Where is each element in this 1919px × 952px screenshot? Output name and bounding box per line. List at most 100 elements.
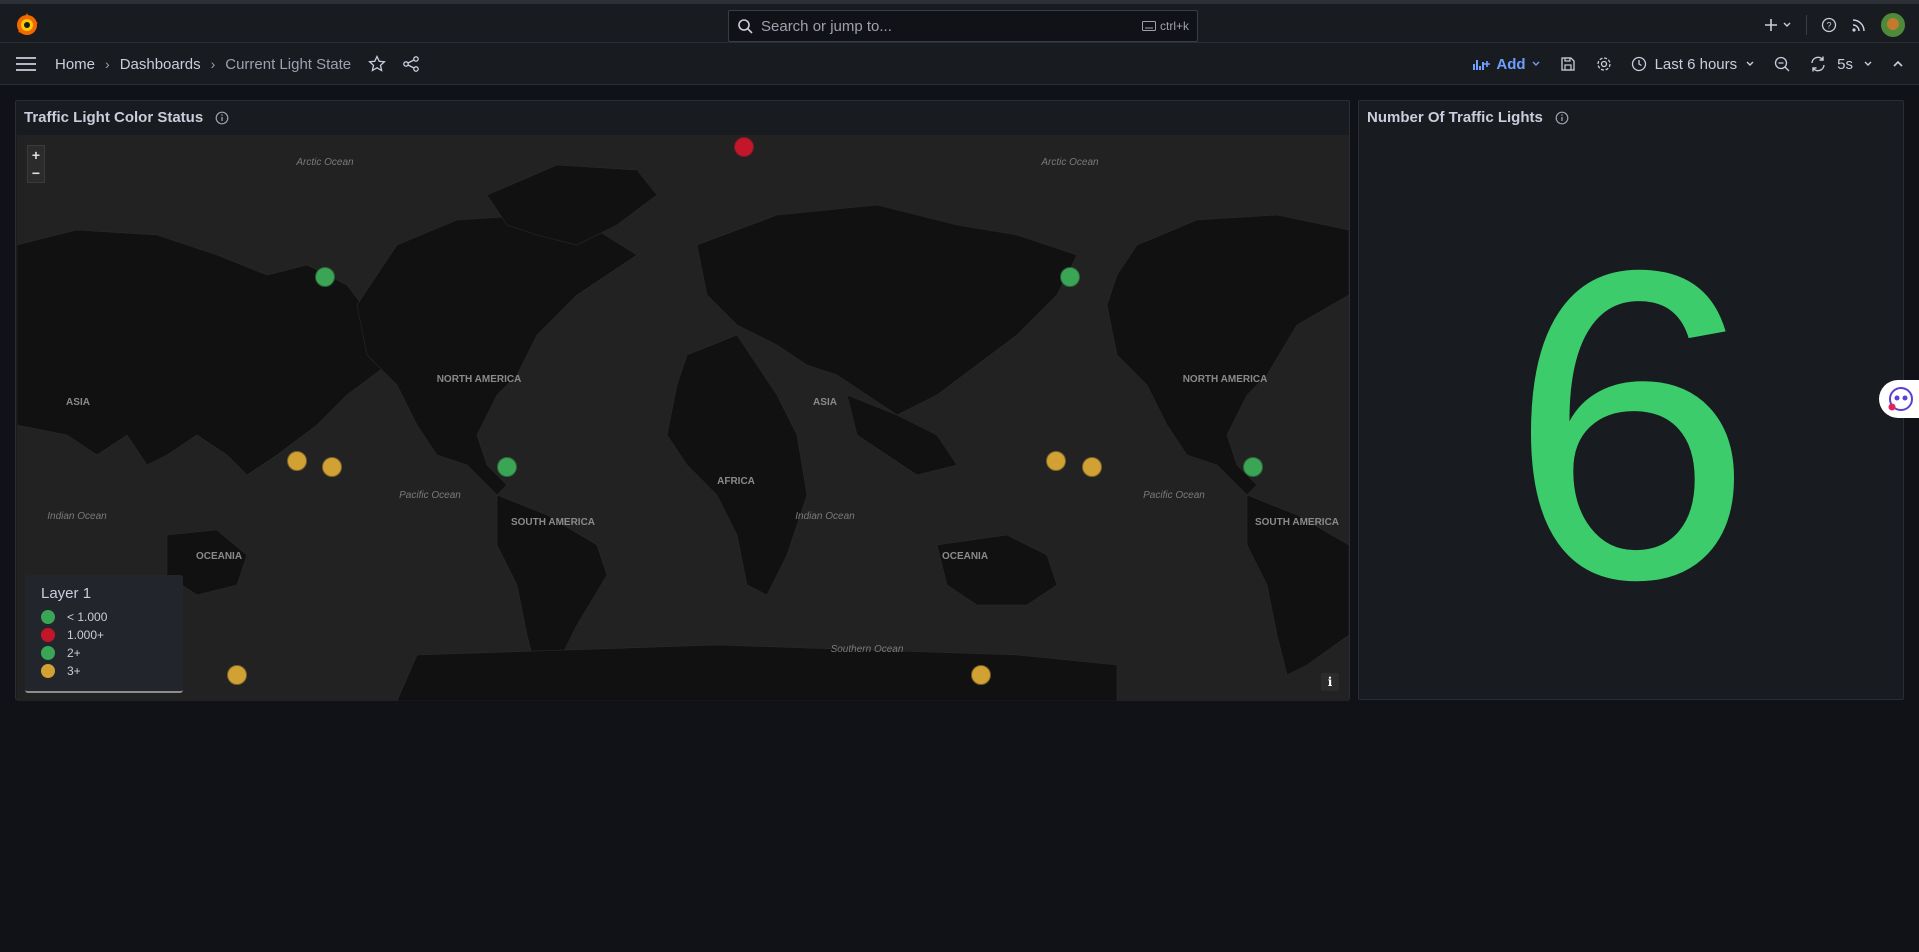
legend-label: 2+ [67, 646, 81, 660]
traffic-light-marker[interactable] [315, 267, 335, 287]
plus-icon [1765, 19, 1777, 31]
top-right-actions: ? [1764, 12, 1905, 38]
search-input[interactable]: Search or jump to... ctrl+k [728, 10, 1198, 42]
search-shortcut: ctrl+k [1141, 19, 1189, 33]
map-label-pacific-ocean: Pacific Ocean [399, 490, 461, 501]
map-label-asia-2: ASIA [813, 397, 837, 408]
traffic-light-marker[interactable] [1060, 267, 1080, 287]
map-legend: Layer 1 < 1.000 1.000+ 2+ 3+ [25, 575, 183, 693]
traffic-light-marker[interactable] [1046, 451, 1066, 471]
search-placeholder: Search or jump to... [761, 17, 892, 35]
help-icon[interactable]: ? [1821, 17, 1837, 33]
keyboard-icon [1141, 21, 1156, 31]
menu-icon[interactable] [16, 56, 36, 72]
map-panel: Traffic Light Color Status Arctic Ocean … [15, 100, 1350, 701]
legend-item: < 1.000 [41, 608, 167, 626]
refresh-picker[interactable]: 5s [1809, 55, 1873, 73]
traffic-light-marker[interactable] [287, 451, 307, 471]
map-label-north-america-2: NORTH AMERICA [1183, 374, 1268, 385]
map-label-south-america-2: SOUTH AMERICA [1255, 517, 1339, 528]
clock-icon [1631, 56, 1646, 72]
breadcrumb-current: Current Light State [225, 55, 352, 73]
world-map-canvas: Arctic Ocean Arctic Ocean Pacific Ocean … [17, 135, 1349, 701]
panel-header: Traffic Light Color Status [24, 109, 229, 126]
legend-item: 3+ [41, 662, 167, 680]
user-avatar[interactable] [1881, 13, 1905, 37]
zoom-out-icon[interactable] [1773, 55, 1791, 73]
svg-text:?: ? [1826, 21, 1831, 31]
stat-panel: Number Of Traffic Lights 6 [1358, 100, 1904, 700]
world-map[interactable]: Arctic Ocean Arctic Ocean Pacific Ocean … [17, 135, 1349, 701]
legend-swatch [41, 628, 55, 642]
chevron-down-icon [1746, 61, 1754, 66]
add-button-label: Add [1496, 55, 1526, 73]
refresh-icon [1811, 56, 1825, 72]
time-range-label: Last 6 hours [1654, 55, 1738, 73]
legend-label: 1.000+ [67, 628, 105, 642]
refresh-interval-label: 5s [1837, 55, 1853, 73]
traffic-light-marker[interactable] [734, 137, 754, 157]
legend-swatch [41, 610, 55, 624]
divider [1806, 15, 1807, 35]
traffic-light-marker[interactable] [322, 457, 342, 477]
panel-header: Number Of Traffic Lights [1367, 109, 1569, 126]
chevron-up-icon[interactable] [1891, 57, 1905, 71]
traffic-light-marker[interactable] [971, 665, 991, 685]
zoom-in-button[interactable]: + [28, 146, 44, 164]
legend-item: 1.000+ [41, 626, 167, 644]
legend-title: Layer 1 [41, 585, 92, 602]
add-panel-icon [1473, 60, 1491, 70]
chevron-down-icon [1864, 61, 1872, 66]
share-icon[interactable] [402, 55, 420, 73]
zoom-out-button[interactable]: − [28, 164, 44, 182]
legend-label: 3+ [67, 664, 81, 678]
map-label-arctic-ocean-2: Arctic Ocean [1040, 157, 1099, 168]
star-icon[interactable] [368, 55, 386, 73]
map-label-southern-ocean: Southern Ocean [831, 644, 904, 655]
traffic-light-marker[interactable] [1243, 457, 1263, 477]
grafana-logo-icon[interactable] [14, 12, 40, 38]
map-label-arctic-ocean: Arctic Ocean [295, 157, 354, 168]
search-shortcut-label: ctrl+k [1159, 19, 1189, 33]
floating-assistant-button[interactable] [1879, 380, 1919, 418]
save-icon[interactable] [1559, 55, 1577, 73]
chevron-down-icon [1532, 61, 1540, 66]
info-icon[interactable] [215, 111, 229, 125]
assistant-icon [1888, 387, 1913, 411]
stat-value: 6 [1508, 180, 1754, 671]
new-menu-button[interactable] [1764, 18, 1792, 32]
legend-label: < 1.000 [67, 610, 108, 624]
traffic-light-marker[interactable] [227, 665, 247, 685]
zoom-controls: + − [27, 145, 45, 183]
map-attribution-button[interactable]: i [1321, 673, 1339, 691]
add-button[interactable]: Add [1473, 56, 1540, 73]
traffic-light-marker[interactable] [1082, 457, 1102, 477]
map-label-indian-ocean-2: Indian Ocean [795, 511, 855, 522]
map-label-north-america: NORTH AMERICA [437, 374, 522, 385]
traffic-light-marker[interactable] [497, 457, 517, 477]
time-range-picker[interactable]: Last 6 hours [1631, 56, 1756, 73]
dashboard-actions: Add Last 6 hours 5s [1473, 51, 1905, 77]
map-label-oceania-2: OCEANIA [942, 551, 988, 562]
top-bar: Search or jump to... ctrl+k ? [0, 0, 1919, 43]
legend-swatch [41, 664, 55, 678]
map-label-south-america: SOUTH AMERICA [511, 517, 595, 528]
breadcrumb-home[interactable]: Home [55, 56, 95, 73]
breadcrumb-separator-icon: › [210, 56, 216, 72]
breadcrumb: Home › Dashboards › Current Light State [55, 53, 351, 75]
settings-gear-icon[interactable] [1595, 55, 1613, 73]
info-icon[interactable] [1555, 111, 1569, 125]
search-icon [738, 19, 753, 34]
map-label-oceania: OCEANIA [196, 551, 242, 562]
rss-icon[interactable] [1851, 17, 1867, 33]
panel-title[interactable]: Traffic Light Color Status [24, 109, 203, 126]
breadcrumb-dashboards[interactable]: Dashboards [120, 56, 201, 73]
legend-swatch [41, 646, 55, 660]
legend-item: 2+ [41, 644, 167, 662]
dashboard-nav-bar: Home › Dashboards › Current Light State … [0, 43, 1919, 85]
panel-title[interactable]: Number Of Traffic Lights [1367, 109, 1543, 126]
chevron-down-icon [1783, 22, 1791, 27]
breadcrumb-separator-icon: › [105, 56, 110, 72]
map-label-africa: AFRICA [717, 476, 755, 487]
map-label-asia: ASIA [66, 397, 90, 408]
